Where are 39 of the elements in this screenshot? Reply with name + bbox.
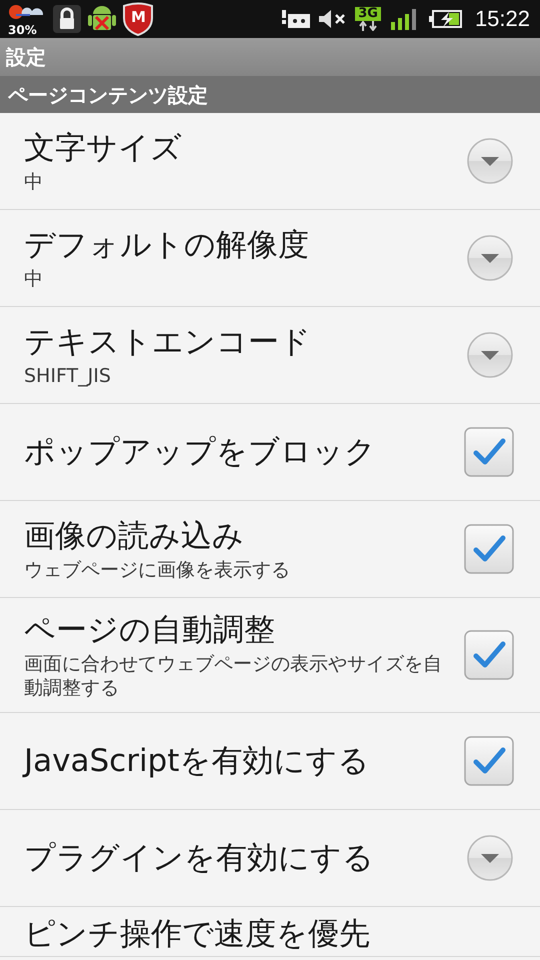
row-title: デフォルトの解像度	[24, 226, 309, 265]
shield-icon	[122, 2, 154, 36]
settings-row[interactable]: 画像の読み込み ウェブページに画像を表示する	[0, 501, 540, 598]
row-summary: SHIFT_JIS	[24, 364, 112, 388]
settings-row[interactable]: ピンチ操作で速度を優先	[0, 907, 540, 957]
row-summary: 中	[24, 170, 44, 194]
row-title: プラグインを有効にする	[24, 839, 374, 878]
settings-row[interactable]: ポップアップをブロック	[0, 404, 540, 501]
shield-letter: M	[131, 8, 146, 26]
lock-icon	[52, 4, 82, 34]
row-title: ポップアップをブロック	[24, 433, 376, 472]
row-title: テキストエンコード	[24, 323, 311, 362]
row-title: ピンチ操作で速度を優先	[24, 914, 370, 954]
settings-row[interactable]: テキストエンコード SHIFT_JIS	[0, 307, 540, 404]
row-title: ページの自動調整	[24, 611, 276, 650]
row-title: 文字サイズ	[24, 129, 182, 168]
settings-row[interactable]: デフォルトの解像度 中	[0, 210, 540, 307]
settings-row[interactable]: 文字サイズ 中	[0, 113, 540, 210]
network-type: 3G	[355, 7, 381, 21]
row-summary: 中	[24, 267, 44, 291]
usb-icon	[281, 8, 312, 30]
title-text: 設定	[6, 44, 46, 71]
checkbox[interactable]	[464, 524, 514, 574]
checkbox[interactable]	[464, 630, 514, 680]
clock: 15:22	[474, 6, 530, 32]
row-summary: 画面に合わせてウェブページの表示やサイズを自動調整する	[24, 652, 443, 700]
section-title: ページコンテンツ設定	[8, 82, 208, 108]
row-summary: ウェブページに画像を表示する	[24, 558, 290, 582]
settings-row[interactable]: プラグインを有効にする	[0, 810, 540, 907]
settings-row[interactable]: ページの自動調整 画面に合わせてウェブページの表示やサイズを自動調整する	[0, 598, 540, 713]
signal-icon	[390, 8, 417, 30]
row-title: 画像の読み込み	[24, 517, 245, 556]
checkbox[interactable]	[464, 427, 514, 477]
checkbox[interactable]	[464, 736, 514, 786]
battery-charging-icon	[428, 8, 463, 30]
weather-reading: 30%	[8, 24, 37, 37]
row-title: JavaScriptを有効にする	[24, 742, 370, 781]
data-arrows-icon	[357, 21, 380, 31]
settings-row[interactable]: JavaScriptを有効にする	[0, 713, 540, 810]
